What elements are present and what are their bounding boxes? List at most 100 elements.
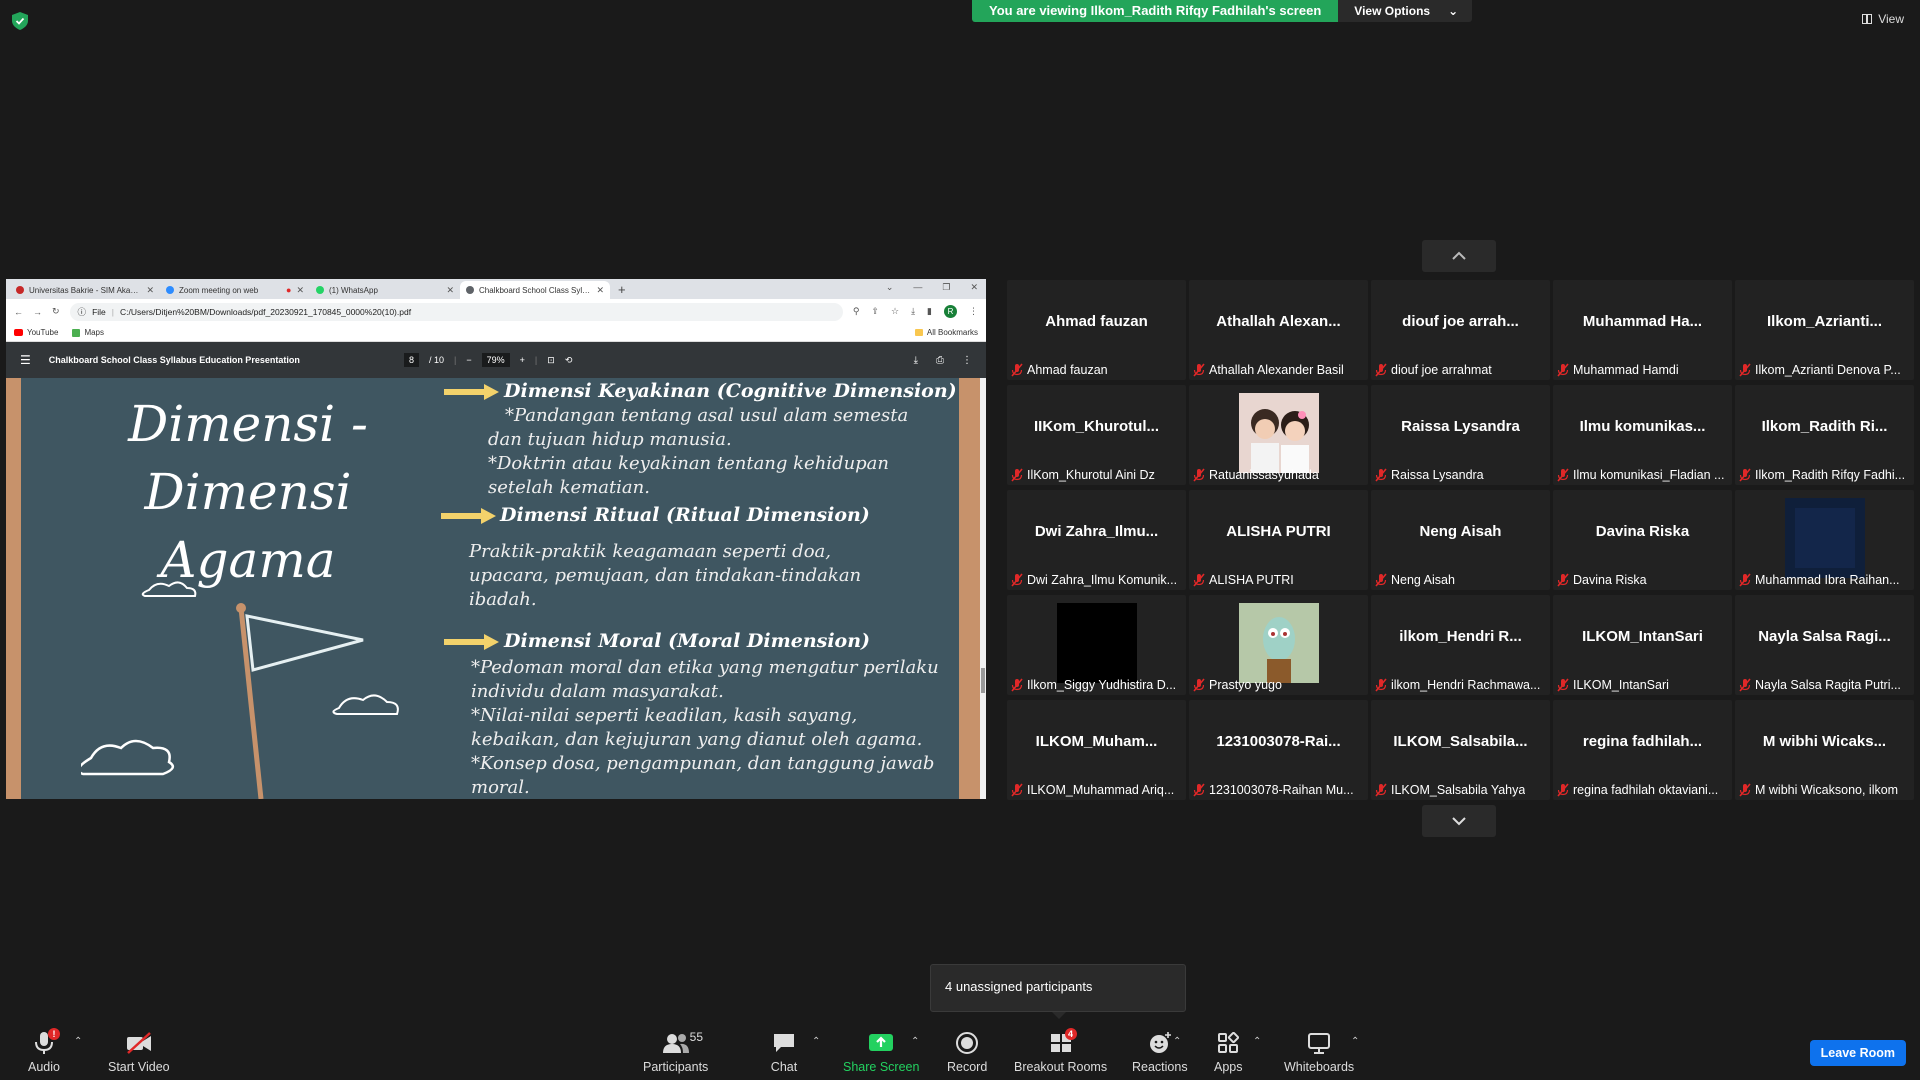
profile-avatar[interactable]: R xyxy=(944,305,957,318)
heading-moral: Dimensi Moral (Moral Dimension) xyxy=(504,630,871,652)
browser-tab[interactable]: (1) WhatsApp ✕ xyxy=(310,281,460,299)
participant-tile[interactable]: Ahmad fauzan Ahmad fauzan xyxy=(1007,280,1186,380)
new-tab-icon[interactable]: + xyxy=(618,282,626,297)
back-icon[interactable]: ← xyxy=(14,307,23,317)
view-options-button[interactable]: View Options ⌄ xyxy=(1338,0,1473,22)
participant-tile[interactable]: Ilmu komunikas... Ilmu komunikasi_Fladian… xyxy=(1553,385,1732,485)
close-icon[interactable]: ✕ xyxy=(296,285,304,296)
participant-name-label: Dwi Zahra_Ilmu Komunik... xyxy=(1011,572,1177,588)
pdf-scrollbar[interactable] xyxy=(980,378,986,799)
forward-icon[interactable]: → xyxy=(33,307,42,317)
leave-room-button[interactable]: Leave Room xyxy=(1809,1040,1906,1066)
print-icon[interactable]: ⎙ xyxy=(936,355,944,366)
maximize-icon[interactable]: ❐ xyxy=(942,282,950,293)
view-button[interactable]: View xyxy=(1862,12,1904,26)
participant-tile[interactable]: Davina Riska Davina Riska xyxy=(1553,490,1732,590)
participant-tile[interactable]: Ilkom_Radith Ri... Ilkom_Radith Rifqy Fad… xyxy=(1735,385,1914,485)
participant-name-text: Ilkom_Siggy Yudhistira D... xyxy=(1027,678,1177,692)
bookmark-maps[interactable]: Maps xyxy=(72,328,104,337)
download-icon[interactable]: ⤓ xyxy=(914,355,918,366)
gallery-view-icon xyxy=(1862,14,1873,24)
browser-tab[interactable]: Universitas Bakrie - SIM Akademi ✕ xyxy=(10,281,160,299)
fit-page-icon[interactable]: ⊡ xyxy=(547,355,555,366)
participant-name-label: Muhammad Hamdi xyxy=(1557,362,1679,378)
participant-tile[interactable]: ilkom_Hendri R... ilkom_Hendri Rachmawa..… xyxy=(1371,595,1550,695)
participant-tile[interactable]: ILKOM_Muham... ILKOM_Muhammad Ariq... xyxy=(1007,700,1186,800)
participant-tile[interactable]: Nayla Salsa Ragi... Nayla Salsa Ragita Pu… xyxy=(1735,595,1914,695)
participant-tile[interactable]: 1231003078-Rai... 1231003078-Raihan Mu... xyxy=(1189,700,1368,800)
gallery-prev-page-button[interactable] xyxy=(1422,240,1496,272)
audio-options-caret-icon[interactable]: ⌃ xyxy=(74,1036,82,1047)
all-bookmarks[interactable]: All Bookmarks xyxy=(914,328,978,337)
whiteboards-button[interactable]: Whiteboards xyxy=(1284,1030,1354,1074)
close-window-icon[interactable]: ✕ xyxy=(970,282,978,293)
zoom-out-icon[interactable]: − xyxy=(466,355,471,365)
browser-tab[interactable]: Zoom meeting on web ● ✕ xyxy=(160,281,310,299)
gallery-next-page-button[interactable] xyxy=(1422,805,1496,837)
audio-button[interactable]: ! Audio xyxy=(28,1028,60,1074)
scrollbar-thumb[interactable] xyxy=(981,668,985,693)
arrow-icon xyxy=(444,384,499,400)
close-icon[interactable]: ✕ xyxy=(596,285,604,296)
participant-tile[interactable]: Dwi Zahra_Ilmu... Dwi Zahra_Ilmu Komunik.… xyxy=(1007,490,1186,590)
participant-tile[interactable]: ALISHA PUTRI ALISHA PUTRI xyxy=(1189,490,1368,590)
minimize-icon[interactable]: — xyxy=(913,282,922,293)
start-video-button[interactable]: Start Video xyxy=(108,1030,170,1074)
hamburger-menu-icon[interactable]: ☰ xyxy=(20,353,31,367)
participant-tile[interactable]: Muhammad Ha... Muhammad Hamdi xyxy=(1553,280,1732,380)
zoom-icon[interactable]: ⚲ xyxy=(853,306,860,317)
participant-tile[interactable]: Neng Aisah Neng Aisah xyxy=(1371,490,1550,590)
close-icon[interactable]: ✕ xyxy=(146,285,154,296)
participant-tile[interactable]: Raissa Lysandra Raissa Lysandra xyxy=(1371,385,1550,485)
participant-name-text: ILKOM_Salsabila Yahya xyxy=(1391,783,1526,797)
participant-tile[interactable]: Ilkom_Azrianti... Ilkom_Azrianti Denova P… xyxy=(1735,280,1914,380)
participant-tile[interactable]: IIKom_Khurotul... IlKom_Khurotul Aini Dz xyxy=(1007,385,1186,485)
participants-button[interactable]: 55 Participants xyxy=(643,1030,708,1074)
zoom-in-icon[interactable]: + xyxy=(520,355,525,365)
whiteboard-icon xyxy=(1305,1030,1333,1056)
share-options-caret-icon[interactable]: ⌃ xyxy=(911,1036,919,1047)
close-icon[interactable]: ✕ xyxy=(446,285,454,296)
chat-button[interactable]: Chat xyxy=(770,1030,798,1074)
start-video-label: Start Video xyxy=(108,1060,170,1074)
participant-tile[interactable]: Prastyo yugo xyxy=(1189,595,1368,695)
zoom-level-input[interactable]: 79% xyxy=(481,353,510,367)
reactions-options-caret-icon[interactable]: ⌃ xyxy=(1173,1036,1181,1047)
participant-tile[interactable]: ILKOM_Salsabila... ILKOM_Salsabila Yahya xyxy=(1371,700,1550,800)
page-number-input[interactable]: 8 xyxy=(404,353,420,367)
participant-tile[interactable]: ILKOM_IntanSari ILKOM_IntanSari xyxy=(1553,595,1732,695)
address-field[interactable]: ⓘ File | C:/Users/Ditjen%20BM/Downloads/… xyxy=(69,302,843,321)
window-controls: ⌄ — ❐ ✕ xyxy=(886,282,978,293)
participant-tile[interactable]: Muhammad Ibra Raihan... xyxy=(1735,490,1914,590)
reload-icon[interactable]: ↻ xyxy=(52,306,60,317)
browser-tab-active[interactable]: Chalkboard School Class Syllab... ✕ xyxy=(460,281,610,299)
breakout-rooms-button[interactable]: 4 Breakout Rooms xyxy=(1014,1028,1107,1074)
chat-icon xyxy=(770,1030,798,1056)
apps-options-caret-icon[interactable]: ⌃ xyxy=(1253,1036,1261,1047)
participant-tile[interactable]: regina fadhilah... regina fadhilah oktavi… xyxy=(1553,700,1732,800)
participant-name-label: Ilmu komunikasi_Fladian ... xyxy=(1557,467,1724,483)
participant-tile[interactable]: Ratuanissasyuhada xyxy=(1189,385,1368,485)
participant-tile[interactable]: M wibhi Wicaks... M wibhi Wicaksono, ilko… xyxy=(1735,700,1914,800)
share-icon[interactable]: ⇪ xyxy=(871,306,879,317)
download-icon[interactable]: ⤓ xyxy=(911,306,915,317)
participant-tile[interactable]: diouf joe arrah... diouf joe arrahmat xyxy=(1371,280,1550,380)
bookmark-youtube[interactable]: YouTube xyxy=(14,328,58,337)
apps-button[interactable]: Apps xyxy=(1214,1030,1243,1074)
menu-dots-icon[interactable]: ⋮ xyxy=(962,355,972,366)
whiteboards-options-caret-icon[interactable]: ⌃ xyxy=(1351,1036,1359,1047)
participant-tile[interactable]: Athallah Alexan... Athallah Alexander Bas… xyxy=(1189,280,1368,380)
tab-search-icon[interactable]: ⌄ xyxy=(886,282,894,293)
body-line: kebaikan, dan kejujuran yang dianut oleh… xyxy=(471,729,923,750)
separator: | xyxy=(454,355,457,365)
rotate-icon[interactable]: ⟲ xyxy=(565,355,573,366)
record-button[interactable]: Record xyxy=(947,1030,987,1074)
share-screen-button[interactable]: Share Screen xyxy=(843,1030,919,1074)
participant-tile[interactable]: Ilkom_Siggy Yudhistira D... xyxy=(1007,595,1186,695)
microphone-muted-icon xyxy=(1011,573,1023,587)
chat-options-caret-icon[interactable]: ⌃ xyxy=(812,1036,820,1047)
security-shield-icon[interactable] xyxy=(12,12,28,30)
star-icon[interactable]: ☆ xyxy=(891,306,899,317)
sidepanel-icon[interactable]: ▮ xyxy=(927,306,932,317)
menu-dots-icon[interactable]: ⋮ xyxy=(969,306,978,317)
